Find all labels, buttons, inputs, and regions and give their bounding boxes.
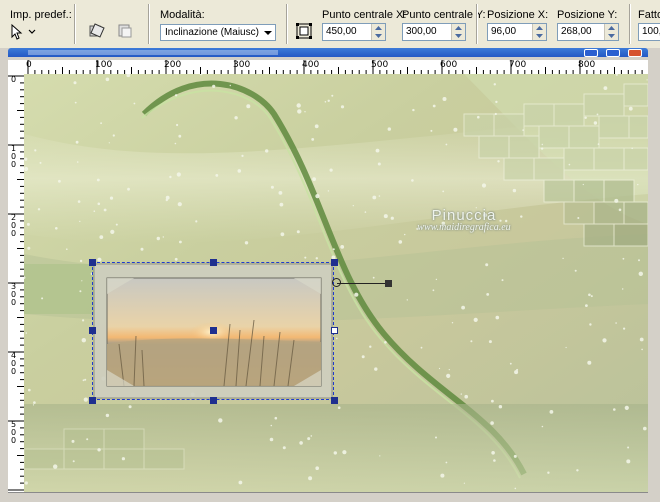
horizontal-ruler: 0 100 200 300 400 500 600 700 800 — [24, 60, 648, 75]
edge-handle-left[interactable] — [89, 327, 96, 334]
spin-down-icon[interactable] — [533, 32, 546, 40]
edge-handle-top[interactable] — [210, 259, 217, 266]
separator — [629, 4, 630, 44]
preset-group: Imp. predef.: — [0, 0, 74, 48]
scale-value: 100, — [642, 26, 660, 37]
preset-label: Imp. predef.: — [10, 9, 72, 21]
chevron-down-icon — [28, 29, 36, 35]
tool-options-bar: Imp. predef.: Modalità: Inclinazione (Ma… — [0, 0, 660, 49]
position-x-spinner[interactable]: 96,00 — [487, 23, 547, 41]
spinner-arrows[interactable] — [604, 24, 618, 40]
center-point-button[interactable] — [294, 22, 314, 42]
window-right-border — [648, 58, 660, 501]
center-x-label: Punto centrale X: — [322, 9, 407, 21]
watermark: Pinuccia www.maidiregrafica.eu — [364, 207, 564, 233]
ruler-label: 0 — [10, 75, 17, 84]
crop-frame-icon — [295, 22, 313, 43]
transform-option-button[interactable] — [114, 22, 136, 42]
maximize-button[interactable] — [606, 49, 620, 57]
mode-label: Modalità: — [160, 9, 205, 21]
spin-down-icon[interactable] — [452, 32, 465, 40]
ruler-label: 100 — [10, 144, 17, 169]
spin-up-icon[interactable] — [452, 24, 465, 32]
center-x-value: 450,00 — [326, 26, 357, 37]
position-x-value: 96,00 — [491, 26, 517, 37]
preset-button[interactable] — [8, 22, 46, 42]
rotation-line — [337, 283, 389, 284]
close-button[interactable] — [628, 49, 642, 57]
rotation-pivot-icon[interactable] — [332, 278, 341, 287]
edge-handle-right[interactable] — [331, 327, 338, 334]
separator — [74, 4, 75, 44]
ruler-label: 200 — [10, 213, 17, 238]
edge-handle-bottom[interactable] — [210, 397, 217, 404]
scale-spinner[interactable]: 100, — [638, 23, 660, 41]
ruler-label: 100 — [95, 60, 113, 70]
separator — [476, 4, 477, 44]
center-y-label: Punto centrale Y: — [402, 9, 486, 21]
ruler-ticks — [27, 60, 643, 74]
ruler-label: 300 — [10, 282, 17, 307]
window-left-border — [0, 58, 8, 501]
position-y-value: 268,00 — [561, 26, 592, 37]
mode-select[interactable]: Inclinazione (Maiusc) — [160, 24, 276, 41]
ruler-label: 300 — [233, 60, 251, 70]
ruler-label: 500 — [371, 60, 389, 70]
corner-handle-top-left[interactable] — [89, 259, 96, 266]
ruler-label: 600 — [440, 60, 458, 70]
spin-up-icon[interactable] — [372, 24, 385, 32]
watermark-url: www.maidiregrafica.eu — [417, 222, 511, 233]
spinner-arrows[interactable] — [532, 24, 546, 40]
ruler-label: 800 — [578, 60, 596, 70]
chevron-down-icon — [260, 25, 275, 40]
window-title-bar[interactable] — [8, 48, 648, 57]
separator — [286, 4, 287, 44]
vertical-ruler: 0 100 200 300 400 500 — [8, 74, 25, 492]
position-x-label: Posizione X: — [487, 9, 549, 21]
ruler-label: 700 — [509, 60, 527, 70]
pick-tool-icon — [8, 23, 28, 41]
corner-handle-bottom-left[interactable] — [89, 397, 96, 404]
position-y-spinner[interactable]: 268,00 — [557, 23, 619, 41]
separator — [148, 4, 149, 44]
minimize-button[interactable] — [584, 49, 598, 57]
rotate-icon — [87, 22, 107, 43]
ruler-corner — [8, 60, 25, 75]
ruler-label: 500 — [10, 420, 17, 445]
ruler-label: 400 — [10, 351, 17, 376]
center-x-spinner[interactable]: 450,00 — [322, 23, 386, 41]
spin-up-icon[interactable] — [533, 24, 546, 32]
ruler-label: 200 — [164, 60, 182, 70]
ruler-label: 400 — [302, 60, 320, 70]
spinner-arrows[interactable] — [451, 24, 465, 40]
corner-handle-bottom-right[interactable] — [331, 397, 338, 404]
spinner-arrows[interactable] — [371, 24, 385, 40]
perspective-icon — [115, 22, 135, 43]
ruler-label: 0 — [26, 60, 32, 70]
center-handle[interactable] — [210, 327, 217, 334]
corner-handle-top-right[interactable] — [331, 259, 338, 266]
reset-transform-button[interactable] — [86, 22, 108, 42]
rotation-handle[interactable] — [385, 280, 392, 287]
mode-select-value: Inclinazione (Maiusc) — [165, 27, 259, 38]
scale-label: Fatto — [638, 9, 660, 21]
center-y-spinner[interactable]: 300,00 — [402, 23, 466, 41]
center-y-value: 300,00 — [406, 26, 437, 37]
spin-down-icon[interactable] — [605, 32, 618, 40]
spin-down-icon[interactable] — [372, 32, 385, 40]
position-y-label: Posizione Y: — [557, 9, 618, 21]
spin-up-icon[interactable] — [605, 24, 618, 32]
